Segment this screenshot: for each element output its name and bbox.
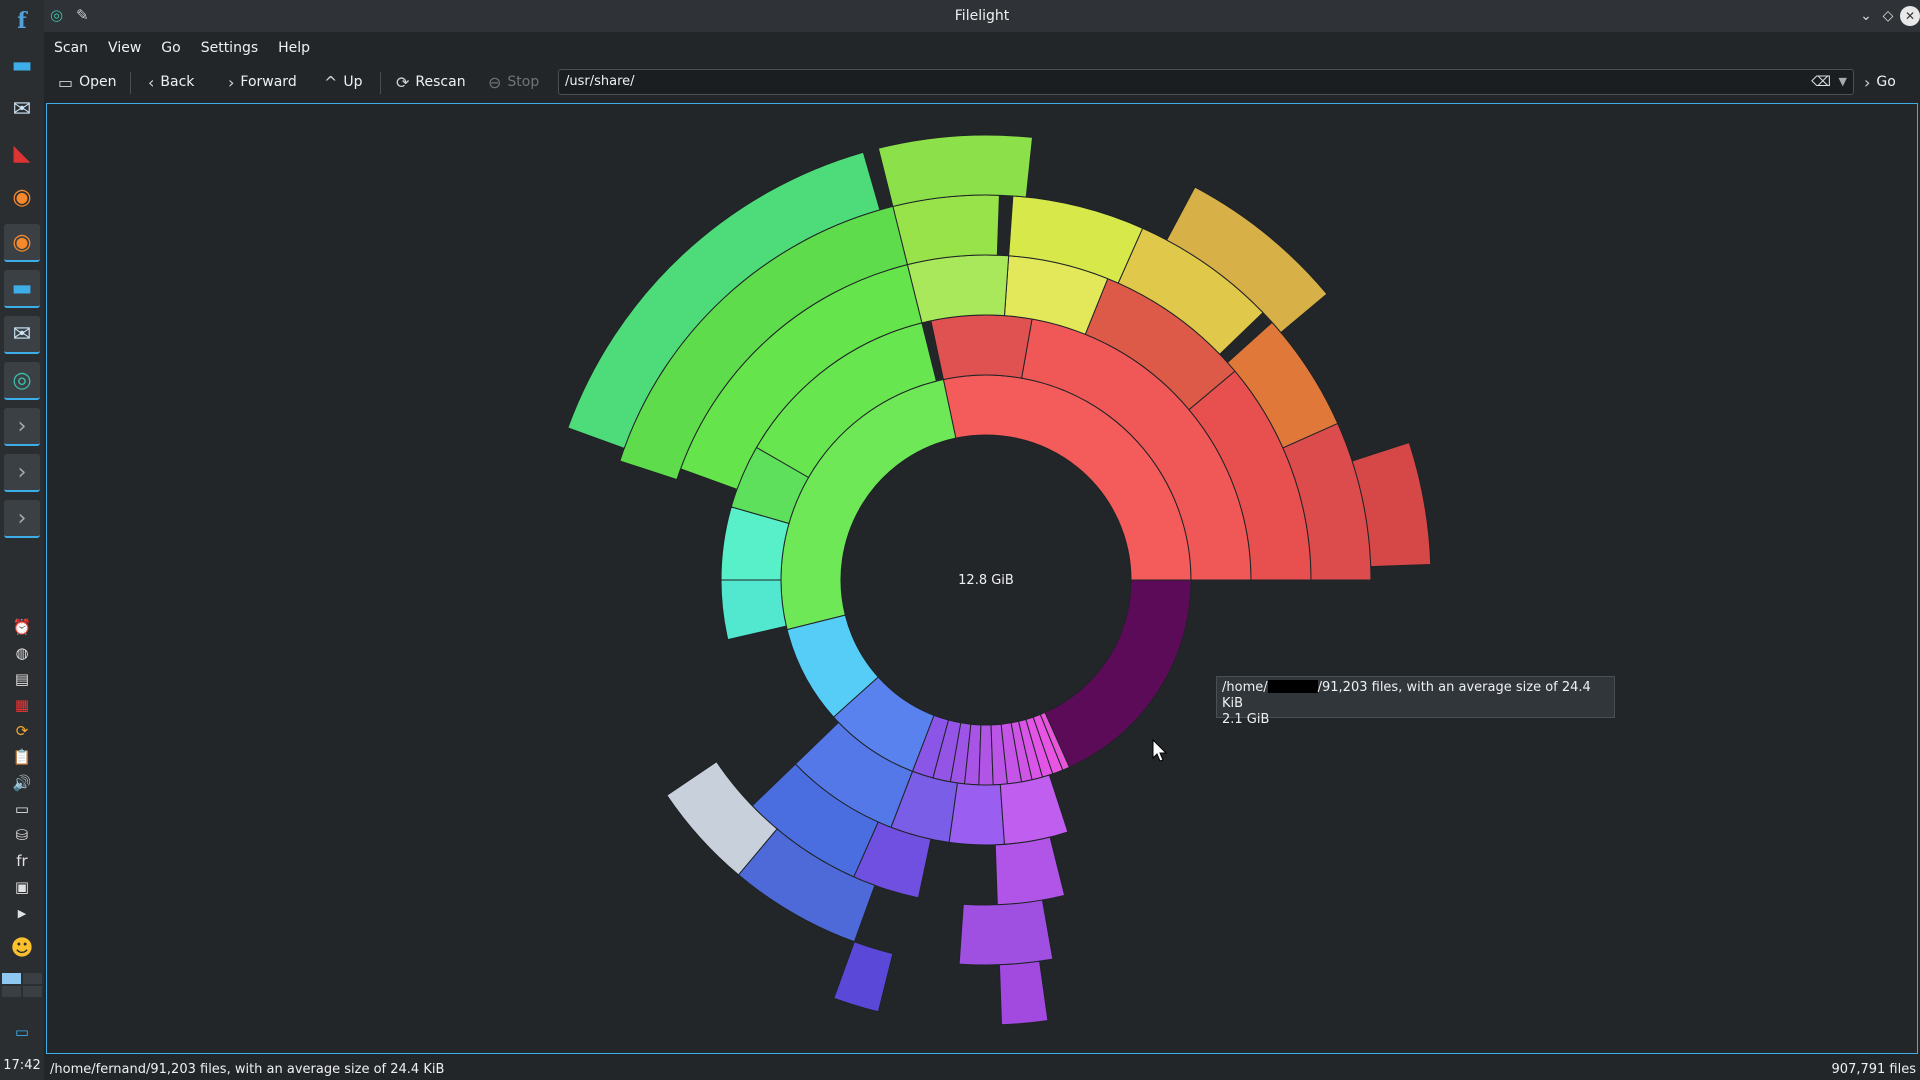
filelight-window-icon[interactable]: ◎ (4, 362, 40, 400)
directory-segment[interactable] (958, 899, 1054, 966)
clear-text-icon[interactable]: ⌫ (1811, 70, 1831, 94)
forward-button[interactable]: › Forward (228, 68, 297, 96)
taskbar-panel: f ▬ ✉ ◣ ◉ ◉ ▬ ✉ ◎ › › › ⏰ ◍ ▤ ▦ ⟳ 📋 🔊 ▭ … (0, 0, 45, 1080)
filelight-window: ◎ ✎ Filelight ⌄ ◇ ✕ Scan View Go Setting… (44, 0, 1920, 1080)
updates-icon[interactable]: ⟳ (0, 719, 44, 743)
redacted-username (1267, 680, 1318, 693)
go-arrow-icon: › (1864, 72, 1871, 92)
radial-map-view[interactable]: 12.8 GiB (46, 103, 1918, 1054)
red-app-icon[interactable]: ▦ (0, 693, 44, 717)
directory-segment[interactable] (877, 134, 1034, 208)
keyboard-layout-indicator[interactable]: fr (0, 849, 44, 873)
show-desktop-icon[interactable]: ▭ (0, 1020, 44, 1044)
directory-segment[interactable] (930, 314, 1033, 381)
display-icon[interactable]: ▣ (0, 875, 44, 899)
segment-tooltip: /home//91,203 files, with an average siz… (1216, 676, 1615, 727)
clock[interactable]: 17:42 (0, 1058, 44, 1073)
stop-button[interactable]: ⊖ Stop (488, 68, 539, 96)
usb-icon[interactable]: ⛁ (0, 823, 44, 847)
rescan-button[interactable]: ⟳ Rescan (396, 68, 466, 96)
tooltip-size: 2.1 GiB (1222, 712, 1270, 727)
location-text: /usr/share/ (565, 74, 635, 89)
chevron-left-icon: ‹ (148, 72, 155, 92)
firefox-window-icon[interactable]: ◉ (4, 224, 40, 262)
open-button[interactable]: ▭ Open (58, 68, 117, 96)
menu-view[interactable]: View (98, 34, 151, 62)
clipboard-icon[interactable]: 📋 (0, 745, 44, 769)
close-icon[interactable]: ✕ (1900, 6, 1920, 26)
directory-segment[interactable] (833, 941, 894, 1013)
terminal-icon[interactable]: › (4, 454, 40, 492)
mail-window-icon[interactable]: ✉ (4, 316, 40, 354)
directory-segment[interactable] (948, 782, 1006, 846)
status-bar: /home/fernand/91,203 files, with an aver… (44, 1060, 1920, 1080)
folder-open-icon: ▭ (58, 72, 74, 92)
directory-segment[interactable] (994, 836, 1066, 906)
maximize-icon[interactable]: ◇ (1878, 6, 1898, 26)
status-message: /home/fernand/91,203 files, with an aver… (50, 1062, 445, 1077)
directory-segment[interactable] (999, 774, 1069, 845)
expand-tray-icon[interactable]: ▶ (0, 901, 44, 925)
notes-icon[interactable]: ▤ (0, 667, 44, 691)
network-icon[interactable]: ◍ (0, 641, 44, 665)
volume-icon[interactable]: 🔊 (0, 771, 44, 795)
title-bar[interactable]: ◎ ✎ Filelight ⌄ ◇ ✕ (44, 0, 1920, 32)
menu-settings[interactable]: Settings (191, 34, 268, 62)
fedora-icon[interactable]: f (4, 2, 40, 40)
file-count: 907,791 files (1831, 1062, 1916, 1077)
toolbar-separator (130, 72, 131, 94)
window-title: Filelight (954, 8, 1010, 24)
directory-segment[interactable] (998, 960, 1049, 1026)
folder-icon[interactable]: ▬ (4, 46, 40, 84)
menu-scan[interactable]: Scan (44, 34, 98, 62)
directory-segment[interactable] (720, 579, 787, 641)
back-button[interactable]: ‹ Back (148, 68, 194, 96)
location-input[interactable]: /usr/share/ ⌫ ▼ (558, 69, 1854, 95)
stop-icon: ⊖ (488, 72, 502, 92)
center-size-label: 12.8 GiB (958, 573, 1014, 588)
terminal-icon[interactable]: › (4, 500, 40, 538)
terminal-icon[interactable]: › (4, 408, 40, 446)
virtual-desktop-pager[interactable] (2, 973, 42, 1001)
minimize-icon[interactable]: ⌄ (1856, 6, 1876, 26)
firefox-icon[interactable]: ◉ (4, 178, 40, 216)
file-manager-window-icon[interactable]: ▬ (4, 270, 40, 308)
battery-icon[interactable]: ▭ (0, 797, 44, 821)
mail-icon[interactable]: ✉ (4, 90, 40, 128)
go-button[interactable]: › Go (1864, 68, 1896, 96)
refresh-icon: ⟳ (396, 72, 410, 92)
menu-go[interactable]: Go (151, 34, 190, 62)
emoji-icon[interactable]: ☻ (0, 936, 44, 961)
menu-bar: Scan View Go Settings Help (44, 34, 320, 62)
app-launcher-icon[interactable]: ◣ (4, 134, 40, 172)
chevron-down-icon[interactable]: ▼ (1839, 70, 1847, 94)
alarm-icon[interactable]: ⏰ (0, 615, 44, 639)
chevron-right-icon: › (228, 72, 235, 92)
hand-cursor-icon (1152, 738, 1168, 762)
menu-help[interactable]: Help (268, 34, 320, 62)
up-button[interactable]: ^ Up (324, 68, 363, 96)
directory-segment[interactable] (892, 194, 1000, 266)
directory-segment[interactable] (906, 254, 1010, 324)
chevron-up-icon: ^ (324, 72, 338, 92)
toolbar-separator (380, 72, 381, 94)
